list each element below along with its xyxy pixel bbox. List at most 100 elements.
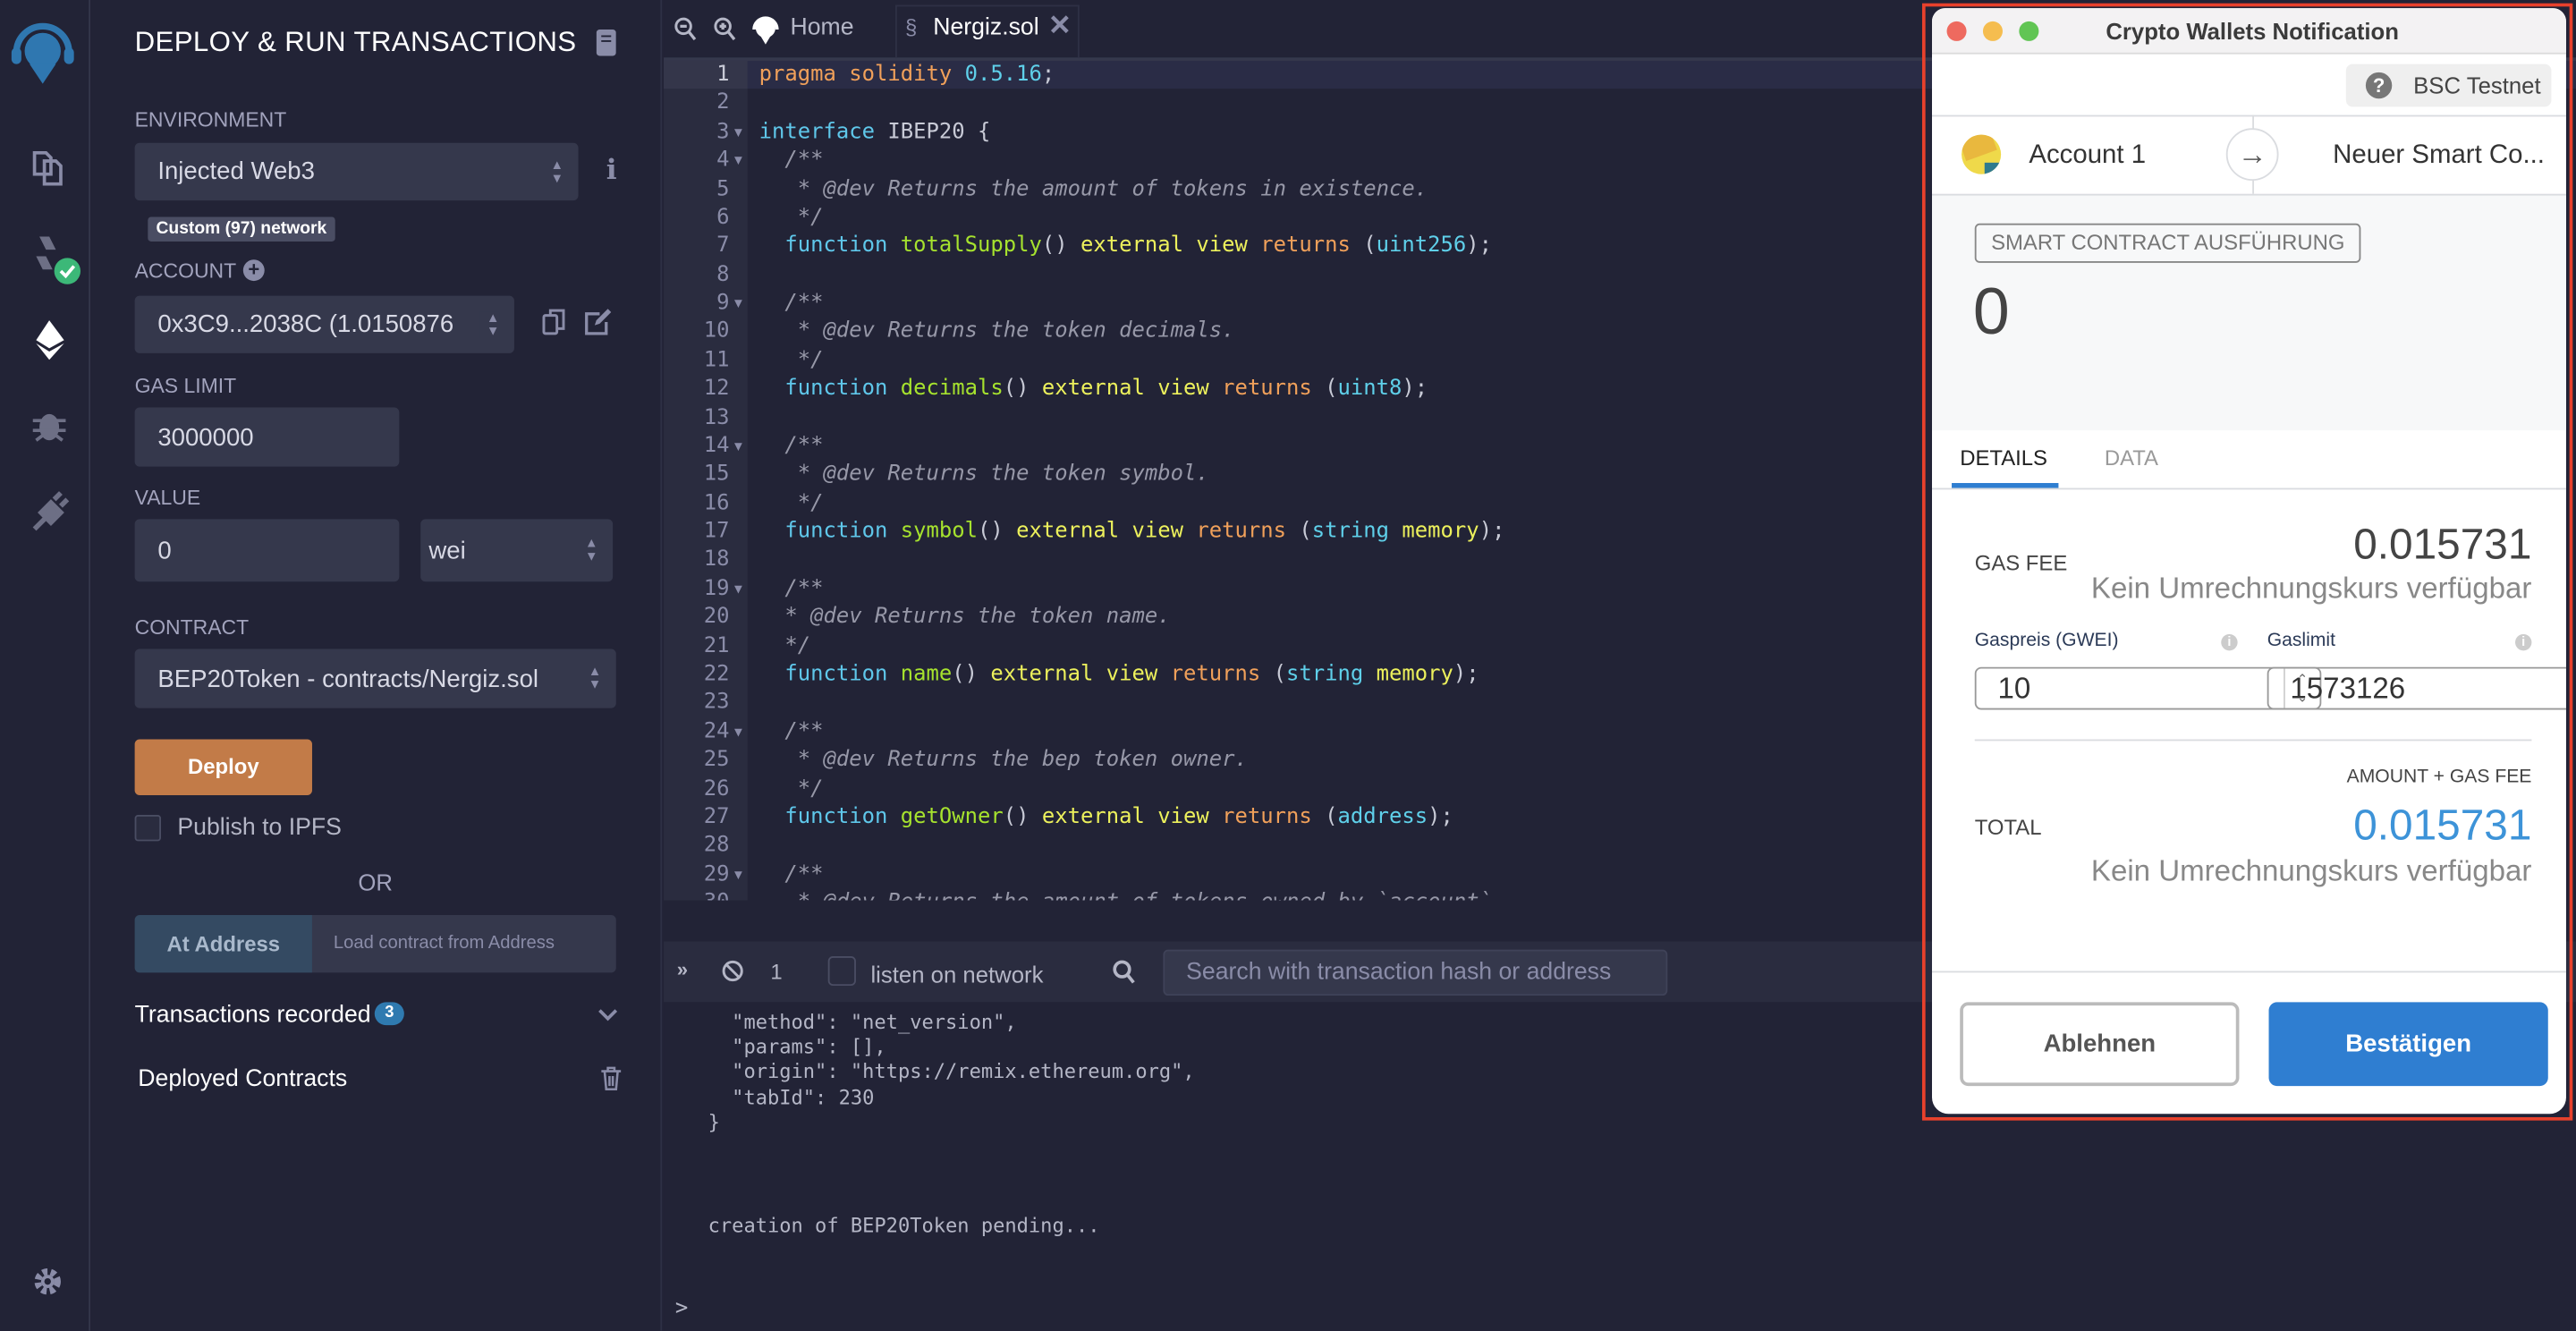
terminal-search-input[interactable]: Search with transaction hash or address	[1163, 949, 1668, 996]
copy-icon[interactable]	[542, 309, 565, 335]
code-text: pragma solidity 0.5.16;	[759, 61, 1055, 89]
code-token: * @dev Returns the amount of tokens owne…	[759, 891, 1505, 901]
edit-icon[interactable]	[585, 309, 612, 335]
pending-tx-count: 1	[770, 959, 783, 985]
at-address-input[interactable]: Load contract from Address	[311, 915, 616, 973]
clear-console-icon[interactable]	[721, 960, 744, 983]
collapse-terminal-icon[interactable]: »	[677, 958, 688, 981]
home-remix-icon[interactable]	[750, 15, 780, 48]
contract-value: BEP20Token - contracts/Nergiz.sol	[157, 664, 539, 693]
account-select[interactable]: 0x3C9...2038C (1.0150876 ▲ ▼	[134, 295, 514, 353]
environment-value: Injected Web3	[157, 157, 315, 186]
line-number: 27	[703, 804, 730, 830]
at-address-button[interactable]: At Address	[134, 915, 312, 973]
code-text: function totalSupply() external view ret…	[759, 232, 1492, 260]
code-text: function decimals() external view return…	[759, 375, 1428, 403]
code-token: uint256	[1376, 233, 1467, 259]
environment-label: ENVIRONMENT	[134, 108, 287, 131]
zoom-out-icon[interactable]	[674, 16, 697, 41]
settings-gear-icon[interactable]	[31, 1265, 64, 1298]
listen-network-label: listen on network	[870, 961, 1044, 988]
environment-select[interactable]: Injected Web3 ▲ ▼	[134, 142, 579, 201]
code-token: ()	[1003, 804, 1042, 830]
search-icon	[1113, 960, 1135, 984]
code-token: function	[758, 519, 901, 545]
line-number: 12	[703, 376, 730, 402]
code-text: /**	[759, 860, 823, 889]
code-token: * @dev Returns the amount of tokens in e…	[758, 176, 1428, 202]
code-token: (	[1273, 662, 1287, 687]
transactions-recorded-label[interactable]: Transactions recorded	[135, 1002, 371, 1028]
select-arrows-icon: ▲ ▼	[588, 664, 602, 692]
terminal-line: "tabId": 230	[708, 1086, 875, 1109]
account-label: ACCOUNT	[134, 259, 237, 283]
contract-select[interactable]: BEP20Token - contracts/Nergiz.sol ▲ ▼	[134, 649, 616, 708]
code-token: (	[1325, 376, 1338, 402]
fold-toggle-icon[interactable]: ▼	[734, 432, 742, 461]
fold-toggle-icon[interactable]: ▼	[734, 717, 742, 746]
line-number: 6	[716, 205, 730, 230]
gas-limit-input[interactable]: 3000000	[134, 407, 400, 467]
plugin-manager-icon[interactable]	[28, 489, 71, 532]
code-text: /**	[759, 717, 823, 746]
code-token: ()	[952, 662, 991, 687]
code-token: * @dev Returns the token symbol.	[758, 462, 1209, 487]
tab-file-label: Nergiz.sol	[933, 14, 1039, 41]
pending-message: creation of BEP20Token pending...	[708, 1214, 1100, 1238]
line-number: 9	[716, 291, 730, 316]
code-token: 0.5.16	[964, 62, 1042, 88]
value-input[interactable]: 0	[134, 519, 400, 582]
deploy-run-icon[interactable]	[28, 318, 71, 361]
code-token: */	[758, 490, 824, 516]
code-token: (	[1363, 233, 1377, 259]
publish-ipfs-checkbox[interactable]	[134, 815, 161, 842]
highlight-frame	[1921, 3, 2573, 1121]
line-number: 17	[703, 519, 730, 545]
fold-toggle-icon[interactable]: ▼	[734, 147, 742, 175]
terminal-prompt[interactable]: >	[675, 1296, 688, 1321]
trash-icon[interactable]	[601, 1066, 622, 1091]
code-token: * @dev Returns the bep token owner.	[758, 747, 1248, 773]
documentation-book-icon[interactable]	[596, 30, 616, 56]
line-number: 16	[703, 490, 730, 516]
code-token: * @dev Returns the token name.	[758, 605, 1171, 630]
file-explorer-icon[interactable]	[30, 148, 65, 187]
code-token: memory	[1402, 519, 1479, 545]
code-text: */	[759, 775, 824, 803]
line-number: 15	[703, 462, 730, 487]
value-unit-select[interactable]: wei ▲ ▼	[420, 519, 614, 582]
code-token: ;	[1041, 62, 1055, 88]
close-tab-icon[interactable]: ✕	[1048, 10, 1072, 43]
select-arrows-icon: ▲ ▼	[585, 535, 598, 564]
info-icon[interactable]: i	[606, 155, 617, 188]
line-number: 28	[703, 833, 730, 859]
add-account-icon[interactable]: +	[242, 259, 265, 282]
fold-toggle-icon[interactable]: ▼	[734, 860, 742, 889]
code-token: (	[1325, 804, 1338, 830]
line-number: 2	[716, 90, 730, 116]
code-token: function	[758, 376, 901, 402]
line-number: 30	[664, 889, 730, 901]
fold-toggle-icon[interactable]: ▼	[734, 575, 742, 604]
line-number: 3	[716, 119, 730, 145]
terminal-line: "params": [],	[708, 1035, 886, 1058]
fold-toggle-icon[interactable]: ▼	[734, 289, 742, 318]
code-token: returns	[1222, 804, 1326, 830]
line-number: 10	[703, 319, 730, 344]
code-token: */	[758, 633, 811, 658]
deploy-button[interactable]: Deploy	[134, 739, 312, 795]
code-text: interface IBEP20 {	[759, 118, 991, 147]
remix-logo-icon[interactable]	[10, 20, 75, 89]
code-token: external view	[990, 662, 1171, 687]
value-unit: wei	[428, 536, 466, 564]
line-number: 11	[703, 348, 730, 373]
solidity-compiler-icon[interactable]	[30, 233, 85, 289]
line-number: 14	[703, 433, 730, 459]
tab-home[interactable]: Home	[790, 15, 853, 41]
fold-toggle-icon[interactable]: ▼	[734, 118, 742, 147]
listen-network-checkbox[interactable]	[827, 955, 856, 987]
debugger-icon[interactable]	[30, 404, 69, 444]
code-text: function name() external view returns (s…	[759, 660, 1479, 689]
chevron-down-icon[interactable]	[598, 1009, 618, 1022]
zoom-in-icon[interactable]	[713, 16, 736, 41]
